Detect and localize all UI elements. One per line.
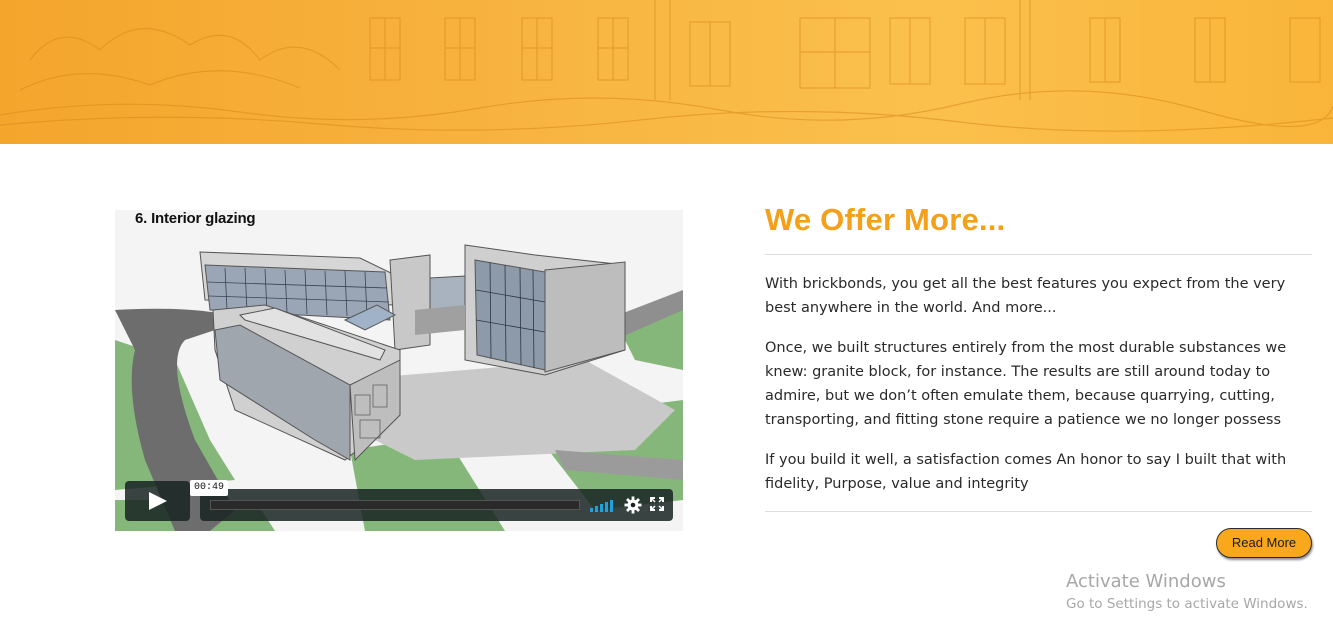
- title-divider: [765, 254, 1312, 255]
- video-progress-bar[interactable]: [210, 500, 580, 510]
- read-more-button[interactable]: Read More: [1216, 528, 1312, 558]
- hero-banner: [0, 0, 1333, 144]
- video-player[interactable]: 6. Interior glazing 00:49: [115, 210, 683, 531]
- activate-windows-subtitle: Go to Settings to activate Windows.: [1066, 596, 1308, 612]
- video-caption: 6. Interior glazing: [135, 210, 256, 227]
- settings-icon[interactable]: [624, 496, 642, 514]
- video-time-tooltip: 00:49: [190, 480, 229, 496]
- offer-paragraph-3: If you build it well, a satisfaction com…: [765, 452, 1287, 492]
- play-icon: [149, 492, 167, 510]
- play-button[interactable]: [125, 481, 190, 521]
- section-title: We Offer More...: [765, 202, 1006, 237]
- fullscreen-icon[interactable]: [650, 497, 664, 511]
- video-control-bar: [200, 489, 673, 521]
- content-divider: [765, 511, 1312, 512]
- offer-paragraph-2: Once, we built structures entirely from …: [765, 340, 1287, 428]
- offer-paragraph-1: With brickbonds, you get all the best fe…: [765, 276, 1286, 316]
- building-sketch-background: [0, 0, 1333, 132]
- volume-icon[interactable]: [590, 500, 614, 512]
- activate-windows-title: Activate Windows: [1066, 571, 1226, 592]
